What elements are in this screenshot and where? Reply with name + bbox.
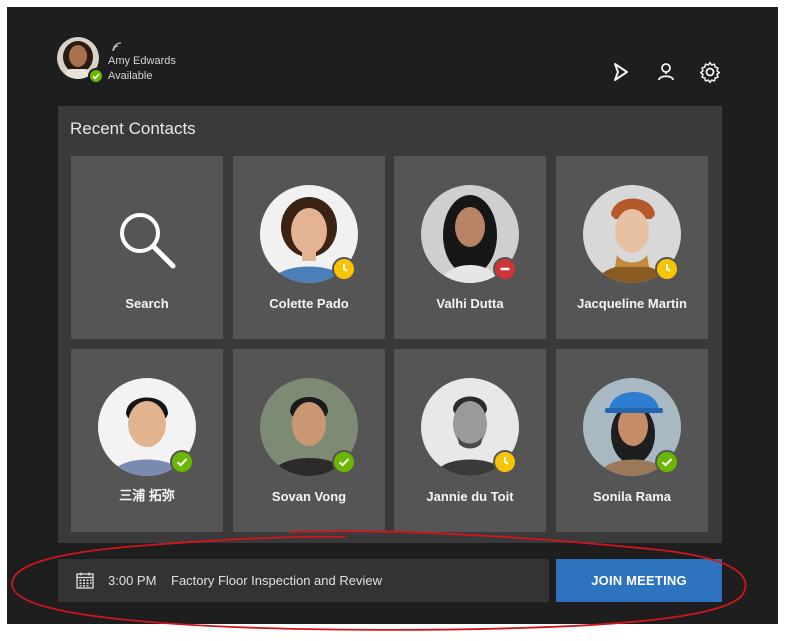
available-status-icon	[332, 450, 356, 474]
contact-avatar	[260, 378, 358, 476]
contact-name: Sovan Vong	[271, 489, 347, 504]
meeting-time: 3:00 PM	[108, 573, 157, 588]
upcoming-meeting-bar[interactable]: 3:00 PM Factory Floor Inspection and Rev…	[58, 559, 549, 602]
join-meeting-button[interactable]: JOIN MEETING	[556, 559, 722, 602]
available-status-icon	[170, 450, 194, 474]
app-window: Amy Edwards Available Recent Contacts Se…	[7, 7, 778, 624]
contact-name: Colette Pado	[269, 296, 349, 311]
away-status-icon	[332, 257, 356, 281]
calendar-icon	[76, 572, 94, 594]
contact-tile-sonila-rama[interactable]: Sonila Rama	[556, 349, 708, 532]
meeting-title: Factory Floor Inspection and Review	[171, 573, 382, 588]
available-status-icon	[88, 68, 104, 84]
available-status-icon	[655, 450, 679, 474]
recent-contacts-panel: Recent Contacts Search Colette Pado Valh…	[58, 106, 722, 543]
user-avatar[interactable]	[57, 37, 104, 84]
away-status-icon	[493, 450, 517, 474]
contact-avatar	[421, 185, 519, 283]
contact-avatar	[583, 378, 681, 476]
panel-title: Recent Contacts	[70, 119, 196, 138]
share-screen-icon[interactable]	[609, 60, 633, 84]
search-tile[interactable]: Search	[71, 156, 223, 339]
contact-name: Jannie du Toit	[426, 489, 514, 504]
search-icon	[113, 206, 183, 281]
contact-tile-miura-takuya[interactable]: 三浦 拓弥	[71, 349, 223, 532]
contact-tile-jannie-du-toit[interactable]: Jannie du Toit	[394, 349, 546, 532]
contact-avatar	[421, 378, 519, 476]
contact-tile-valhi-dutta[interactable]: Valhi Dutta	[394, 156, 546, 339]
contact-name: Sonila Rama	[592, 489, 672, 504]
user-name: Amy Edwards	[108, 55, 176, 67]
contact-avatar	[583, 185, 681, 283]
gear-icon[interactable]	[698, 60, 722, 84]
contact-avatar	[98, 378, 196, 476]
user-status: Available	[108, 70, 153, 82]
people-settings-icon[interactable]	[654, 60, 678, 84]
contact-name: 三浦 拓弥	[119, 488, 175, 503]
away-status-icon	[655, 257, 679, 281]
contact-tile-sovan-vong[interactable]: Sovan Vong	[233, 349, 385, 532]
contact-name: Jacqueline Martin	[577, 296, 687, 311]
contact-name: Valhi Dutta	[436, 296, 504, 311]
contact-tile-jacqueline-martin[interactable]: Jacqueline Martin	[556, 156, 708, 339]
contact-tile-colette-pado[interactable]: Colette Pado	[233, 156, 385, 339]
contact-avatar	[260, 185, 358, 283]
contact-name: Search	[125, 296, 169, 311]
busy-status-icon	[493, 257, 517, 281]
